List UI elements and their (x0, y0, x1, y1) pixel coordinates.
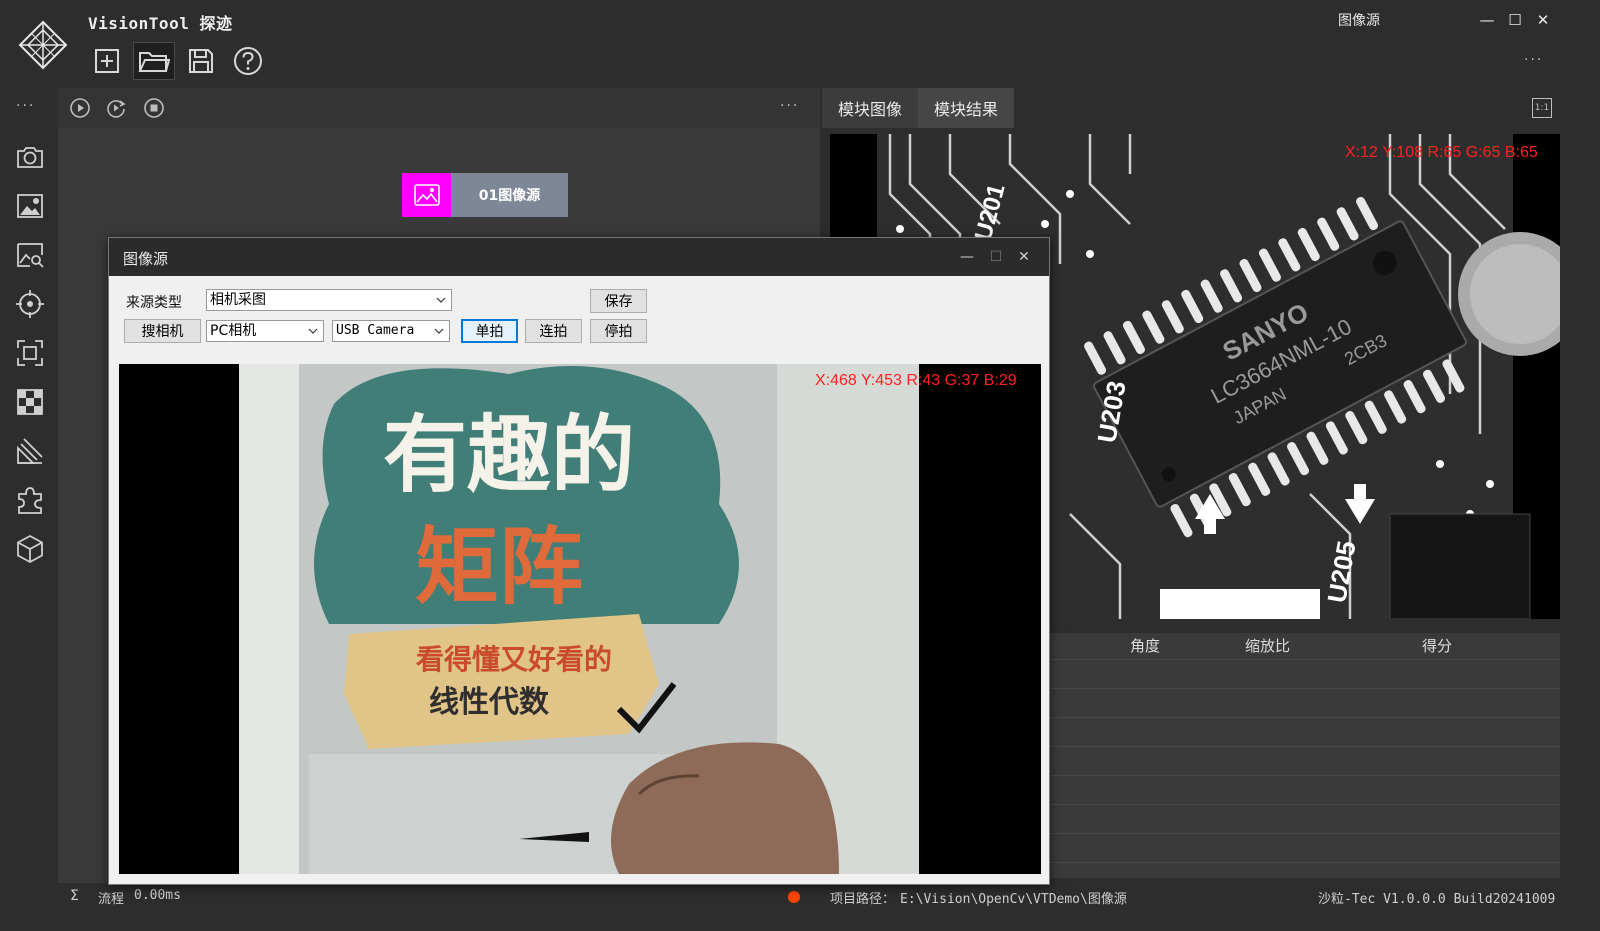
tab-module-result[interactable]: 模块结果 (918, 88, 1015, 128)
save-icon (189, 49, 213, 73)
close-button[interactable]: ✕ (1532, 10, 1554, 30)
app-logo (18, 20, 68, 70)
open-folder-icon (138, 52, 170, 72)
camera-pixel-info: X:468 Y:453 R:43 G:37 B:29 (815, 372, 1017, 389)
flow-node-image-source[interactable]: 01图像源 (402, 173, 568, 217)
help-button[interactable] (227, 42, 269, 80)
loop-run-icon (107, 100, 126, 118)
camera-value: USB Camera (336, 323, 415, 338)
module-tabs: 模块图像 模块结果 (822, 88, 1015, 128)
book-subtitle2: 线性代数 (429, 685, 550, 720)
measure-icon (17, 438, 43, 464)
sidebar-item-pattern[interactable] (11, 383, 49, 421)
image-settings-icon (17, 194, 43, 218)
col-header-angle: 角度 (1130, 637, 1161, 655)
sidebar-item-roi[interactable] (11, 334, 49, 372)
pattern-icon (17, 389, 43, 415)
source-type-select[interactable]: 相机采图 (206, 289, 452, 311)
dialog-minimize-button[interactable]: — (957, 247, 977, 267)
target-icon (16, 290, 44, 318)
sidebar-item-3d[interactable] (11, 530, 49, 568)
node-icon-box (402, 173, 451, 217)
image-source-dialog: 图像源 — ☐ ✕ 来源类型 相机采图 保存 搜相机 PC相机 USB Came… (108, 237, 1050, 885)
cube-icon (17, 534, 43, 564)
project-path-value: E:\Vision\OpenCv\VTDemo\图像源 (900, 892, 1127, 907)
zoom-label: 1:1 (1534, 103, 1550, 113)
chevron-down-icon (435, 290, 447, 310)
sidebar-item-measure[interactable] (11, 432, 49, 470)
project-path-label: 项目路径： (830, 892, 896, 907)
stop-button[interactable] (143, 97, 165, 119)
camera-type-select[interactable]: PC相机 (206, 320, 324, 342)
save-project-button[interactable] (180, 42, 222, 80)
run-loop-button[interactable] (105, 97, 127, 119)
camera-type-value: PC相机 (210, 323, 257, 339)
chevron-down-icon (433, 321, 445, 341)
dialog-maximize-button[interactable]: ☐ (986, 247, 1006, 267)
sidebar-item-image-search[interactable] (11, 236, 49, 274)
col-header-scale: 缩放比 (1245, 637, 1291, 655)
left-sidebar: ··· (0, 88, 58, 931)
sidebar-item-image-processing[interactable] (11, 187, 49, 225)
camera-frame: 有趣的 矩阵 看得懂又好看的 线性代数 (119, 364, 1041, 874)
minimize-button[interactable]: — (1476, 10, 1498, 30)
flow-toolbar: ··· (58, 88, 820, 128)
status-indicator (788, 891, 800, 903)
window-title: 图像源 (1338, 13, 1380, 29)
title-bar: VisionTool 探迹 图像源 — ☐ ✕ ··· (0, 0, 1600, 88)
dialog-title-bar[interactable]: 图像源 — ☐ ✕ (109, 238, 1049, 276)
single-shot-button[interactable]: 单拍 (461, 319, 518, 343)
module-pixel-info: X:12 Y:108 R:65 G:65 B:65 (1345, 144, 1538, 161)
image-search-icon (17, 243, 44, 268)
flow-time-value: 0.00ms (134, 888, 181, 903)
continuous-shot-button[interactable]: 连拍 (525, 319, 582, 343)
source-type-label: 来源类型 (126, 295, 182, 311)
zoom-1to1-button[interactable]: 1:1 (1532, 98, 1552, 118)
new-project-button[interactable] (86, 42, 128, 80)
roi-icon (17, 340, 43, 366)
book-subtitle1: 看得懂又好看的 (416, 643, 612, 676)
source-type-value: 相机采图 (210, 292, 266, 308)
version-info: 沙粒-Tec V1.0.0.0 Build20241009 (1318, 892, 1556, 907)
camera-icon (17, 147, 43, 168)
stop-shot-button[interactable]: 停拍 (590, 319, 647, 343)
book-title-line2: 矩阵 (415, 517, 583, 616)
camera-image-view[interactable]: 有趣的 矩阵 看得懂又好看的 线性代数 X:468 Y:453 R:43 G:3… (119, 364, 1041, 874)
sidebar-item-camera[interactable] (11, 138, 49, 176)
run-once-button[interactable] (69, 97, 91, 119)
plugin-icon (18, 487, 42, 514)
play-icon (70, 98, 90, 118)
stop-icon (144, 98, 164, 118)
camera-select[interactable]: USB Camera (332, 320, 450, 342)
header-more-button[interactable]: ··· (1524, 52, 1543, 68)
sidebar-item-locate[interactable] (11, 285, 49, 323)
book-title-line1: 有趣的 (383, 405, 635, 504)
app-window: VisionTool 探迹 图像源 — ☐ ✕ ··· ··· ··· 01图像… (0, 0, 1600, 931)
help-icon (234, 47, 262, 75)
dialog-title: 图像源 (123, 250, 169, 268)
flow-more-button[interactable]: ··· (780, 98, 799, 114)
tab-module-image[interactable]: 模块图像 (822, 88, 919, 128)
open-project-button[interactable] (133, 42, 175, 80)
image-icon (413, 184, 440, 206)
flow-time-label: 流程 (98, 892, 125, 907)
sidebar-item-plugin[interactable] (11, 481, 49, 519)
dialog-close-button[interactable]: ✕ (1014, 247, 1034, 267)
save-button[interactable]: 保存 (590, 289, 647, 313)
status-bar: Σ 流程 0.00ms 项目路径： E:\Vision\OpenCv\VTDem… (58, 883, 1600, 911)
new-file-icon (95, 49, 119, 73)
chevron-down-icon (307, 321, 319, 341)
app-title: VisionTool 探迹 (88, 14, 233, 33)
search-camera-button[interactable]: 搜相机 (124, 319, 201, 343)
sigma-icon: Σ (70, 888, 79, 904)
col-header-score: 得分 (1422, 637, 1453, 655)
node-label: 01图像源 (451, 173, 568, 217)
maximize-button[interactable]: ☐ (1504, 10, 1526, 30)
sidebar-more-button[interactable]: ··· (16, 98, 35, 114)
